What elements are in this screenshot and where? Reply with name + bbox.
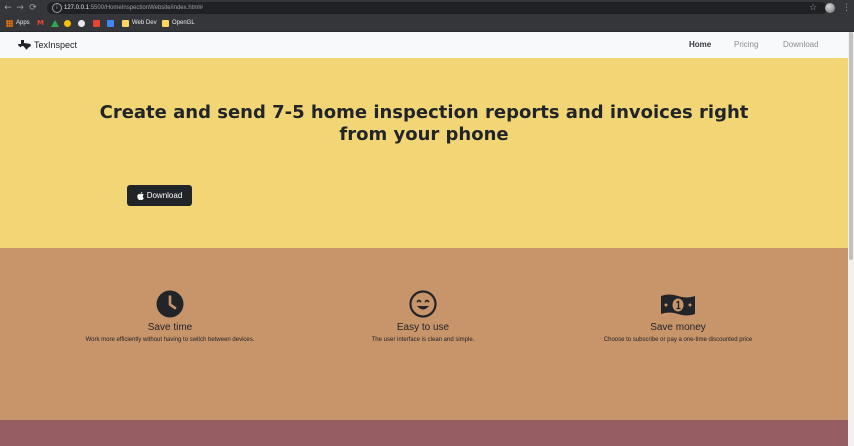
brand-link[interactable]: TexInspect [18,38,77,52]
feature-title: Easy to use [396,322,450,333]
feature-description: The user interface is clean and simple. [371,337,475,343]
bookmark-gmail[interactable]: M [37,18,44,29]
bookmark-github[interactable] [78,18,85,29]
bookmark-item[interactable] [93,18,100,29]
bookmark-label: Apps [16,20,30,26]
reload-icon[interactable]: ⟳ [28,2,38,14]
bookmark-folder-opengl[interactable]: OpenGL [162,18,195,29]
apple-icon [137,191,144,200]
drive-icon [51,20,59,27]
gmail-icon: M [37,19,44,27]
feature-title: Save money [650,322,706,333]
nav-link-pricing[interactable]: Pricing [734,38,758,52]
bookmark-icon [64,20,71,27]
address-bar[interactable]: i 127.0.0.1:5500/HomeInspectionWebsite/i… [47,2,827,14]
download-button-label: Download [146,191,183,200]
bookmark-apps[interactable]: Apps [6,18,30,29]
nav-link-download[interactable]: Download [783,38,819,52]
bookmark-icon [107,20,114,27]
bookmark-label: Web Dev [132,20,157,26]
avatar[interactable] [825,3,835,13]
page-viewport: TexInspect Home Pricing Download Create … [0,32,848,446]
more-vertical-icon[interactable]: ⋮ [842,2,851,14]
bookmark-item[interactable] [64,18,71,29]
back-arrow-icon[interactable]: ← [3,2,13,14]
money-bill-icon [661,294,695,316]
texas-icon [18,40,31,50]
folder-icon [122,20,129,27]
feature-save-money: Save money Choose to subscribe or pay a … [548,290,808,345]
feature-description: Choose to subscribe or pay a one-time di… [603,337,753,343]
download-button[interactable]: Download [127,185,192,206]
forward-arrow-icon[interactable]: → [15,2,25,14]
page-scrollbar[interactable] [848,32,854,446]
hero-title: Create and send 7-5 home inspection repo… [99,102,749,145]
bookmark-label: OpenGL [172,20,195,26]
feature-save-time: Save time Work more efficiently without … [40,290,300,345]
site-navbar: TexInspect Home Pricing Download [0,32,848,58]
bookmark-icon [93,20,100,27]
browser-toolbar: ← → ⟳ i 127.0.0.1:5500/HomeInspectionWeb… [0,0,854,16]
smile-icon [409,290,437,318]
feature-easy-to-use: Easy to use The user interface is clean … [293,290,553,345]
feature-description: Work more efficiently without having to … [85,337,255,343]
feature-title: Save time [147,322,193,333]
github-icon [78,20,85,27]
bookmark-drive[interactable] [51,18,59,29]
bookmarks-bar: Apps M Web Dev OpenGL [0,16,854,32]
brand-name: TexInspect [34,40,78,50]
url-text: 127.0.0.1:5500/HomeInspectionWebsite/ind… [64,5,203,11]
next-section [0,420,848,446]
apps-grid-icon [6,20,13,27]
nav-link-home[interactable]: Home [689,38,711,52]
clock-icon [156,290,184,318]
star-icon[interactable]: ☆ [808,2,818,14]
info-icon[interactable]: i [52,3,62,13]
features-section: Save time Work more efficiently without … [0,248,848,420]
bookmark-item[interactable] [107,18,114,29]
folder-icon [162,20,169,27]
scrollbar-thumb[interactable] [849,32,853,260]
bookmark-folder-web-dev[interactable]: Web Dev [122,18,157,29]
hero-section: Create and send 7-5 home inspection repo… [0,58,848,248]
